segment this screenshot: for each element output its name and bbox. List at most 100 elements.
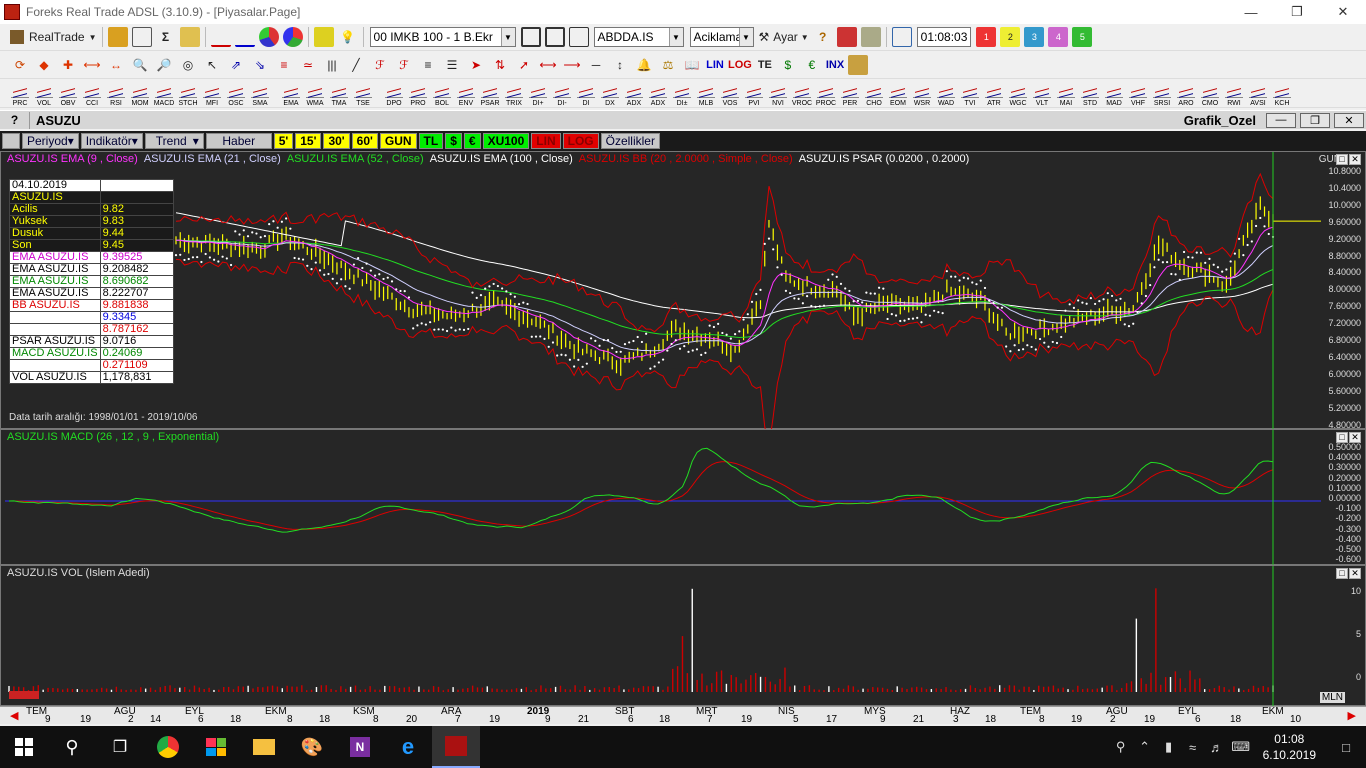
settings-dropdown-icon[interactable]: [313, 27, 334, 47]
lin-button[interactable]: LIN: [706, 55, 724, 75]
realtrade-menu[interactable]: RealTrade ▼: [10, 27, 97, 47]
unit-eur-button[interactable]: €: [463, 133, 481, 149]
alarm-icon[interactable]: 🔔: [634, 55, 654, 75]
help-button[interactable]: ?: [0, 111, 30, 129]
onenote-icon[interactable]: N: [336, 726, 384, 768]
indicator-cho-button[interactable]: CHO: [863, 80, 885, 107]
page-5-icon[interactable]: 5: [1072, 27, 1093, 47]
vertical-arrows-icon[interactable]: ↕: [610, 55, 630, 75]
windows-start-icon[interactable]: [0, 726, 48, 768]
indicator-nvi-button[interactable]: NVI: [767, 80, 789, 107]
periyod-menu[interactable]: Periyod ▾: [22, 133, 79, 149]
search-icon[interactable]: ⚲: [48, 726, 96, 768]
unit-tl-button[interactable]: TL: [418, 133, 444, 149]
updown-icon[interactable]: ⇅: [490, 55, 510, 75]
trend-line-icon[interactable]: ⇗: [226, 55, 246, 75]
chart-icon[interactable]: [210, 27, 231, 47]
indicator-adx-button[interactable]: ADX: [623, 80, 645, 107]
minimize-icon[interactable]: —: [1228, 0, 1274, 24]
indicator-per-button[interactable]: PER: [839, 80, 861, 107]
indicator-mfi-button[interactable]: MFI: [201, 80, 223, 107]
indicator-di-button[interactable]: DI: [575, 80, 597, 107]
help-icon[interactable]: ?: [813, 27, 833, 47]
period-30min-button[interactable]: 30': [323, 133, 350, 149]
index-select[interactable]: 00 IMKB 100 - 1 B.Ekr ▼: [369, 27, 516, 47]
ayar-menu[interactable]: ⚒ Ayar ▼: [759, 27, 809, 47]
indicator-osc-button[interactable]: OSC: [225, 80, 247, 107]
te-button[interactable]: TE: [756, 55, 774, 75]
indicator-wad-button[interactable]: WAD: [935, 80, 957, 107]
save-as-icon[interactable]: [544, 27, 565, 47]
aciklama-select[interactable]: Aciklama ▼: [689, 27, 754, 47]
page-1-icon[interactable]: 1: [976, 27, 997, 47]
split-icon[interactable]: ⟷: [82, 55, 102, 75]
globe-icon[interactable]: [282, 27, 303, 47]
period-60min-button[interactable]: 60': [351, 133, 378, 149]
indicator-proc-button[interactable]: PROC: [815, 80, 837, 107]
ray-icon[interactable]: ➚: [514, 55, 534, 75]
indicator-atr-button[interactable]: ATR: [983, 80, 1005, 107]
scroll-right-icon[interactable]: ▶: [1348, 709, 1356, 722]
indicator-std-button[interactable]: STD: [1079, 80, 1101, 107]
ozellikler-button[interactable]: Özellikler: [600, 133, 660, 149]
volume-icon[interactable]: ♬: [1205, 740, 1229, 755]
indicator-tse-button[interactable]: TSE: [352, 80, 374, 107]
indicator-pvi-button[interactable]: PVI: [743, 80, 765, 107]
internet-explorer-icon[interactable]: e: [384, 726, 432, 768]
window-icon[interactable]: [891, 27, 912, 47]
unit-xu100-button[interactable]: XU100: [482, 133, 530, 149]
indicator-srsi-button[interactable]: SRSI: [1151, 80, 1173, 107]
target-icon[interactable]: ◎: [178, 55, 198, 75]
indicator-vlt-button[interactable]: VLT: [1031, 80, 1053, 107]
scale-lin-button[interactable]: LIN: [531, 133, 561, 149]
indicator-mlb-button[interactable]: MLB: [695, 80, 717, 107]
indikator-menu[interactable]: Indikatör ▾: [80, 133, 143, 149]
trend-menu[interactable]: Trend ▾: [144, 133, 204, 149]
app-icon[interactable]: [4, 4, 20, 20]
indicator-ema-button[interactable]: EMA: [280, 80, 302, 107]
task-view-icon[interactable]: ❐: [96, 726, 144, 768]
bookmark-icon[interactable]: [836, 27, 857, 47]
bar-chart-icon[interactable]: [234, 27, 255, 47]
page-4-icon[interactable]: 4: [1048, 27, 1069, 47]
chart-restore-button[interactable]: ❐: [1300, 112, 1330, 128]
indicator-trix-button[interactable]: TRIX: [503, 80, 525, 107]
sigma-icon[interactable]: Σ: [156, 27, 176, 47]
tray-clock[interactable]: 01:08 6.10.2019: [1253, 731, 1326, 763]
indicator-vos-button[interactable]: VOS: [719, 80, 741, 107]
zoom-out-icon[interactable]: 🔎: [154, 55, 174, 75]
horizontal-ray-icon[interactable]: ⟷: [538, 55, 558, 75]
lines-chart-icon[interactable]: [848, 54, 869, 75]
indicator-obv-button[interactable]: OBV: [57, 80, 79, 107]
fib-icon[interactable]: ⇘: [250, 55, 270, 75]
log-button[interactable]: LOG: [728, 55, 752, 75]
save-icon[interactable]: [520, 27, 541, 47]
pie-chart-icon[interactable]: [258, 27, 279, 47]
chevron-up-icon[interactable]: ⌃: [1133, 739, 1157, 755]
list-icon[interactable]: ☰: [442, 55, 462, 75]
indicator-di-button[interactable]: DI-: [551, 80, 573, 107]
indicator-cci-button[interactable]: CCI: [81, 80, 103, 107]
diamond-icon[interactable]: ◆: [34, 55, 54, 75]
portfolio-icon[interactable]: [107, 27, 128, 47]
indicator-di-button[interactable]: DI±: [671, 80, 693, 107]
chart-close-button[interactable]: ✕: [1334, 112, 1364, 128]
print-icon[interactable]: [568, 27, 589, 47]
indicator-avsi-button[interactable]: AVSI: [1247, 80, 1269, 107]
indicator-bol-button[interactable]: BOL: [431, 80, 453, 107]
fan-icon[interactable]: ℱ: [370, 55, 390, 75]
lightbulb-icon[interactable]: 💡: [338, 27, 358, 47]
document-icon[interactable]: [179, 27, 200, 47]
indicator-mom-button[interactable]: MOM: [129, 80, 151, 107]
indicator-wgc-button[interactable]: WGC: [1007, 80, 1029, 107]
chart-area[interactable]: ASUZU.IS EMA (9 , Close) ASUZU.IS EMA (21…: [0, 151, 1366, 707]
symbol-select[interactable]: ABDDA.IS ▼: [593, 27, 684, 47]
foreks-app-icon[interactable]: [432, 726, 480, 768]
indicator-sma-button[interactable]: SMA: [249, 80, 271, 107]
coins-icon[interactable]: ⚖: [658, 55, 678, 75]
unit-usd-button[interactable]: $: [445, 133, 462, 149]
close-icon[interactable]: ✕: [1320, 0, 1366, 24]
indicator-env-button[interactable]: ENV: [455, 80, 477, 107]
period-5min-button[interactable]: 5': [273, 133, 294, 149]
cycle-lines-icon[interactable]: |||: [322, 55, 342, 75]
